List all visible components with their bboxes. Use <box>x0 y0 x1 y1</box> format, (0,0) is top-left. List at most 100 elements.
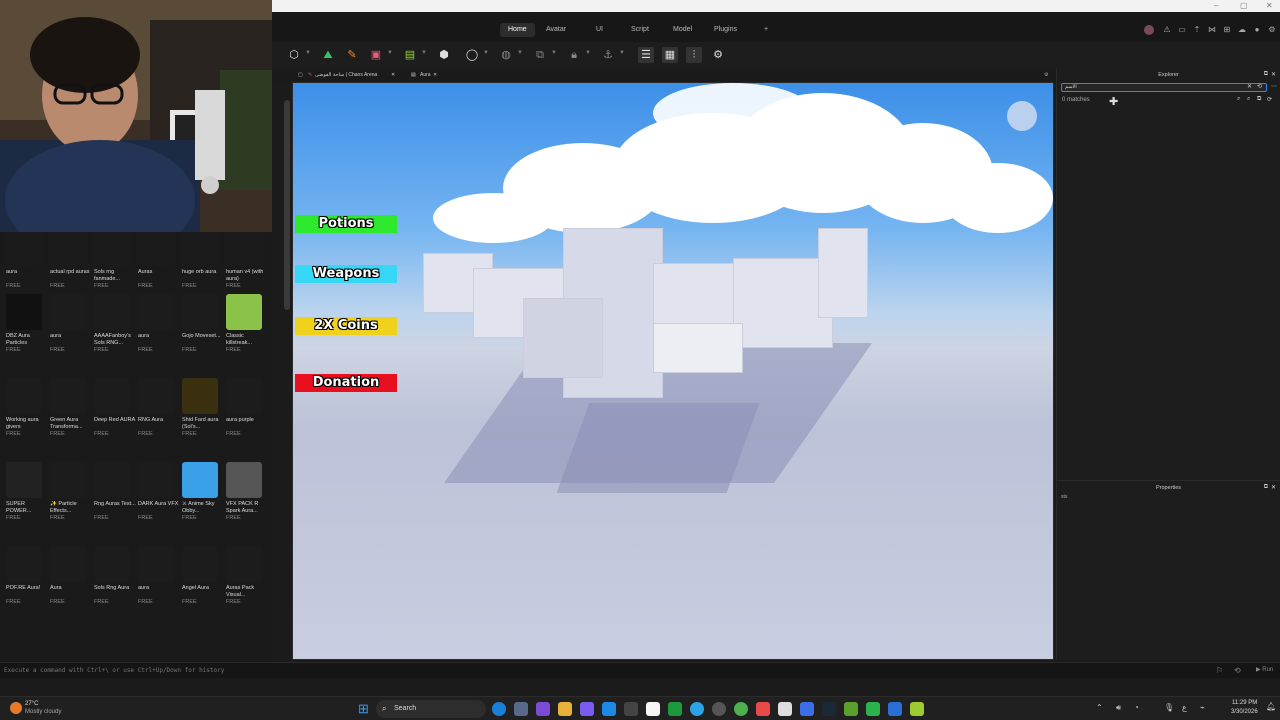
close-icon[interactable]: ✕ <box>433 70 437 80</box>
chevron-down-icon[interactable]: ▼ <box>421 50 427 56</box>
toolbox-item[interactable]: Working aura givers FREE <box>6 378 50 438</box>
toolbox-item[interactable]: Green Aura Transforma... FREE <box>50 378 94 438</box>
app-icon[interactable] <box>888 702 902 716</box>
mic-icon[interactable]: 🎙︎ <box>1164 703 1174 712</box>
start-icon[interactable]: ⊞ <box>358 701 369 717</box>
clear-icon[interactable]: ✕ <box>1247 83 1252 90</box>
maximize-icon[interactable]: ▢ <box>1240 1 1248 10</box>
lock-icon[interactable]: 🔒︎ <box>566 47 582 63</box>
app-icon[interactable] <box>514 702 528 716</box>
toolbox-item[interactable]: Auras FREE <box>138 232 182 290</box>
history-icon[interactable]: ⟲ <box>1257 83 1262 90</box>
toolbox-item[interactable]: Angel Aura FREE <box>182 546 226 606</box>
notifications-icon[interactable]: ● <box>1252 25 1262 35</box>
run-button[interactable]: ▶ Run <box>1256 666 1273 673</box>
toolbox-item[interactable]: Deep Red AURA FREE <box>94 378 138 438</box>
toolbox-item[interactable]: aura FREE <box>138 546 182 606</box>
clock-time[interactable]: 11:29 PM <box>1232 700 1257 706</box>
collaborate-icon[interactable]: ⋈ <box>1207 25 1217 35</box>
donation-button[interactable]: Donation <box>295 374 397 392</box>
terrain-icon[interactable]: ⛰ <box>320 47 336 63</box>
roblox-studio-icon[interactable] <box>800 702 814 716</box>
toolbox-item[interactable]: DARK Aura VFX FREE <box>138 462 182 522</box>
app-icon[interactable] <box>910 702 924 716</box>
edge-icon[interactable] <box>492 702 506 716</box>
toolbox-item[interactable]: aura FREE <box>50 294 94 354</box>
settings-icon[interactable]: ⚙ <box>1267 25 1277 35</box>
chevron-down-icon[interactable]: ▼ <box>305 50 311 56</box>
anchor-icon[interactable]: ⚓︎ <box>600 47 616 63</box>
command-input[interactable] <box>4 665 1004 676</box>
chevron-down-icon[interactable]: ▼ <box>517 50 523 56</box>
popout-icon[interactable]: ⧉ <box>1264 71 1268 78</box>
toolbox-item[interactable]: aura purple FREE <box>226 378 270 438</box>
settings-icon[interactable]: ⚙ <box>1044 70 1048 80</box>
building-block[interactable] <box>653 323 743 373</box>
select-cube-icon[interactable]: ⬡ <box>286 47 302 63</box>
avatar[interactable] <box>1144 25 1154 35</box>
chevron-up-icon[interactable]: ⌃ <box>1096 703 1103 712</box>
part-icon[interactable]: ⬢ <box>436 47 452 63</box>
add-tab-button[interactable]: + <box>756 23 776 37</box>
explorer-search-input[interactable]: الاسم <box>1061 83 1267 92</box>
building-block[interactable] <box>818 228 868 318</box>
bookmark-icon[interactable]: ⚐ <box>1216 666 1223 675</box>
toolbox-item[interactable]: huge orb aura FREE <box>182 232 226 290</box>
speaker-icon[interactable]: 🔊︎ <box>1116 703 1121 713</box>
app-icon[interactable] <box>602 702 616 716</box>
chevron-down-icon[interactable]: ▼ <box>619 50 625 56</box>
toolbox-scrollbar[interactable] <box>284 100 290 310</box>
tray-icon[interactable]: ◔ <box>1134 703 1139 712</box>
notification-center-icon[interactable]: 🔔︎ <box>1266 702 1276 711</box>
close-icon[interactable]: ✕ <box>1271 71 1276 78</box>
game-settings-icon[interactable]: ⚙ <box>710 47 726 63</box>
tab-avatar[interactable]: Avatar <box>538 23 574 37</box>
toolbox-item[interactable]: actual rpd auras FREE <box>50 232 94 290</box>
toolbox-item[interactable]: Auras Pack Visual... FREE <box>226 546 270 606</box>
popout-icon[interactable]: ⧉ <box>1264 484 1268 491</box>
chevron-down-icon[interactable]: ▼ <box>387 50 393 56</box>
weapons-button[interactable]: Weapons <box>295 265 397 283</box>
3d-viewport[interactable]: Potions Weapons 2X Coins Donation <box>292 82 1054 660</box>
script-icon[interactable]: ▤ <box>402 47 418 63</box>
chat-icon[interactable]: ▭ <box>1177 25 1187 35</box>
filter-icon-1[interactable]: ⌕ <box>1237 96 1240 103</box>
app-icon[interactable] <box>580 702 594 716</box>
toolbox-item[interactable]: ✨ Particle Effects... FREE <box>50 462 94 522</box>
toolbox-item[interactable]: Rng Auras Test... FREE <box>94 462 138 522</box>
steam-icon[interactable] <box>822 702 836 716</box>
chevron-down-icon[interactable]: ▼ <box>585 50 591 56</box>
minecraft-icon[interactable] <box>844 702 858 716</box>
group-icon[interactable]: ⧉ <box>532 47 548 63</box>
brush-icon[interactable]: ✎ <box>344 47 360 63</box>
filter-icon-3[interactable]: ⧉ <box>1257 96 1261 103</box>
material-icon[interactable]: ◍ <box>498 47 514 63</box>
explorer-toggle-icon[interactable]: ☰ <box>638 47 654 63</box>
xbox-icon[interactable] <box>668 702 682 716</box>
history-icon[interactable]: ⟲ <box>1234 666 1241 675</box>
toolbox-item[interactable]: POF.RE Aura! FREE <box>6 546 50 606</box>
chevron-down-icon[interactable]: ▼ <box>483 50 489 56</box>
toolbox-item[interactable]: Sols Rng Aura FREE <box>94 546 138 606</box>
tab-ui[interactable]: UI <box>588 23 611 37</box>
potions-button[interactable]: Potions <box>295 215 397 233</box>
view-cube-icon[interactable] <box>1007 101 1037 131</box>
network-icon[interactable]: ⌁ <box>1200 703 1205 712</box>
close-icon[interactable]: ✕ <box>391 70 395 80</box>
bell-outline-icon[interactable]: ⚠ <box>1162 25 1172 35</box>
tab-plugins[interactable]: Plugins <box>706 23 745 37</box>
taskbar-search[interactable]: ⌕ Search <box>376 700 486 718</box>
toolbox-item[interactable]: DBZ Aura Particles FREE <box>6 294 50 354</box>
color-icon[interactable]: ◯ <box>464 47 480 63</box>
toolbox-item[interactable]: human v4 (with aura) FREE <box>226 232 270 290</box>
close-icon[interactable]: ✕ <box>1271 484 1276 491</box>
building-block[interactable] <box>523 298 603 378</box>
minimize-icon[interactable]: – <box>1214 1 1218 10</box>
language-indicator[interactable]: ع <box>1182 703 1187 712</box>
tab-home[interactable]: Home <box>500 23 535 37</box>
toolbox-item[interactable]: Shid Fard aura (Sol's... FREE <box>182 378 226 438</box>
toolbox-item[interactable]: Aura FREE <box>50 546 94 606</box>
toolbox-item[interactable]: ⚔ Anime Sky Obby... FREE <box>182 462 226 522</box>
doc-tab-place[interactable]: ساحة الفوضى | Chaos Arena <box>315 70 377 80</box>
tab-script[interactable]: Script <box>623 23 657 37</box>
